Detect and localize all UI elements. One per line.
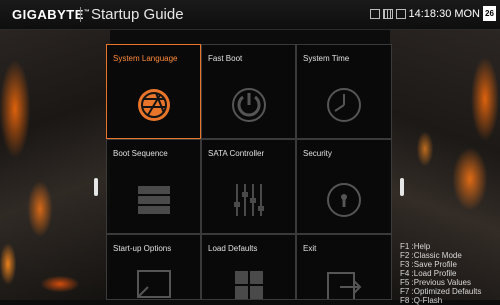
monitor-icon [136,270,171,298]
calendar-icon: 26 [483,6,496,21]
tile-sata-controller[interactable]: SATA Controller [201,139,296,234]
brand-logo: GIGABYTE™ [12,7,91,22]
top-bar: GIGABYTE™ Startup Guide 14:18:30 MON 26 [0,0,500,30]
tile-startup-options[interactable]: Start-up Options [106,234,201,300]
tile-label: SATA Controller [208,149,265,158]
lock-icon [327,183,361,217]
windows-icon [234,271,263,299]
hotkey-help-item[interactable]: F4 :Load Profile [400,269,481,278]
exit-icon [327,272,362,299]
status-area: 14:18:30 MON 26 [369,6,496,21]
drive-stack-icon [137,186,170,214]
sliders-icon [233,184,264,216]
scroll-right-indicator[interactable] [400,178,404,196]
page-title: Startup Guide [91,6,184,23]
tile-label: Start-up Options [113,244,172,253]
tile-load-defaults[interactable]: Load Defaults [201,234,296,300]
tile-label: Load Defaults [208,244,258,253]
hotkey-help-item[interactable]: F2 :Classic Mode [400,251,481,260]
tile-system-time[interactable]: System Time [296,44,392,139]
tile-exit[interactable]: Exit [296,234,392,300]
header-separator [80,7,81,22]
grid-view-icon[interactable] [382,8,393,19]
hotkey-help-item[interactable]: F3 :Save Profile [400,260,481,269]
tile-label: System Time [303,54,350,63]
tile-fast-boot[interactable]: Fast Boot [201,44,296,139]
hotkey-help-item[interactable]: F5 :Previous Values [400,278,481,287]
tile-label: Boot Sequence [113,149,168,158]
day-of-week: MON [454,7,480,20]
clock-icon [327,88,361,122]
hotkey-help-list: F1 :Help F2 :Classic Mode F3 :Save Profi… [400,242,481,305]
tile-label: Security [303,149,332,158]
hotkey-help-item[interactable]: F7 :Optimized Defaults [400,287,481,296]
scroll-left-indicator[interactable] [94,178,98,196]
tile-label: Fast Boot [208,54,243,63]
tile-label: Exit [303,244,317,253]
hotkey-help-item[interactable]: F8 :Q-Flash [400,296,481,305]
power-icon [231,88,266,122]
globe-icon [137,89,170,121]
tile-label: System Language [113,54,178,63]
hotkey-help-item[interactable]: F1 :Help [400,242,481,251]
tile-system-language[interactable]: System Language [106,44,201,139]
clock-time: 14:18:30 [408,7,452,20]
display-icon[interactable] [395,8,406,19]
lava-background-left [0,29,110,300]
menu-grid: System Language Fast Boot System Time Bo… [106,44,392,300]
tile-security[interactable]: Security [296,139,392,234]
keyboard-icon[interactable] [369,8,380,19]
tile-boot-sequence[interactable]: Boot Sequence [106,139,201,234]
